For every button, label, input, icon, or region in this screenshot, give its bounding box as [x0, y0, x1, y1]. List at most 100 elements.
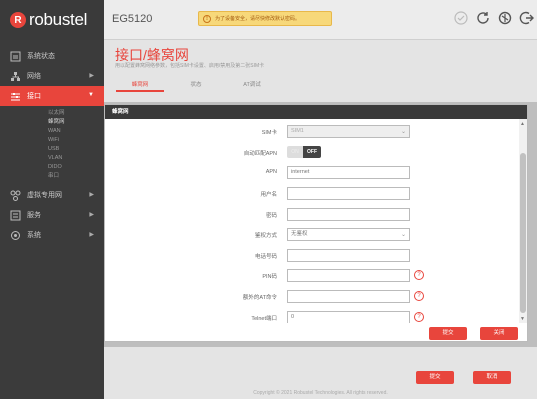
header-actions — [453, 10, 535, 26]
tab-cellular[interactable]: 蜂窝网 — [116, 79, 164, 92]
modal-footer: 提交 关闭 — [105, 323, 529, 343]
telnet-port-input[interactable]: 0 — [287, 311, 410, 323]
field-label: Telnet端口 — [251, 316, 277, 322]
security-alert[interactable]: ! 为了设备安全，请尽快修改默认密码。 — [198, 11, 332, 26]
page-submit-button[interactable]: 提交 — [416, 371, 454, 384]
refresh-icon[interactable] — [475, 10, 491, 26]
help-icon[interactable]: ? — [414, 270, 424, 280]
modal-close-button[interactable]: 关闭 — [480, 327, 518, 340]
field-label: 用户名 — [260, 192, 277, 198]
form-row-phone: 电话号码 — [105, 249, 521, 263]
submenu-item-dido[interactable]: DIDO — [0, 163, 104, 172]
field-label: 电话号码 — [254, 254, 277, 260]
chevron-right-icon: ▶ — [89, 192, 94, 198]
auth-select-value: 无鉴权 — [291, 231, 308, 237]
sidebar-item-network[interactable]: 网络 ▶ — [0, 66, 104, 86]
modal-body: SIM卡 SIM1 ⌄ 自动匹配APN ON OFF APN internet … — [105, 119, 521, 323]
chevron-right-icon: ▶ — [89, 212, 94, 218]
help-icon[interactable]: ? — [414, 291, 424, 301]
tab-status[interactable]: 状态 — [172, 79, 220, 92]
submenu-item-serial[interactable]: 串口 — [0, 172, 104, 181]
page-description: 用以配置蜂窝网络参数，包括SIM卡设置、启用/禁用及第二张SIM卡 — [115, 63, 265, 69]
top-bar: R robustel EG5120 ! 为了设备安全，请尽快修改默认密码。 — [0, 0, 537, 40]
submenu-item-wifi[interactable]: WiFi — [0, 136, 104, 145]
cellular-modal: 蜂窝网 SIM卡 SIM1 ⌄ 自动匹配APN ON OFF APN inter… — [104, 104, 528, 342]
submenu-item-ethernet[interactable]: 以太网 — [0, 109, 104, 118]
sim-select-value: SIM1 — [291, 128, 304, 134]
form-row-apn: APN internet — [105, 166, 521, 180]
form-row-extra-at: 额外的AT命令 ? — [105, 290, 521, 304]
tab-at-debug[interactable]: AT调试 — [228, 79, 276, 92]
sidebar-item-system[interactable]: 系统 ▶ — [0, 225, 104, 245]
interface-icon — [10, 91, 21, 102]
form-row-pin: PIN码 ? — [105, 269, 521, 283]
sidebar-item-services[interactable]: 服务 ▶ — [0, 205, 104, 225]
modal-submit-button[interactable]: 提交 — [429, 327, 467, 340]
system-icon — [10, 230, 21, 241]
toggle-off-label: OFF — [303, 146, 321, 158]
form-row-telnet: Telnet端口 0 ? — [105, 311, 521, 323]
form-row-auto-apn: 自动匹配APN ON OFF — [105, 146, 521, 160]
device-model: EG5120 — [112, 13, 153, 25]
sidebar-item-interface[interactable]: 接口 ▼ — [0, 86, 104, 106]
scrollbar-thumb[interactable] — [520, 153, 526, 313]
auth-type-select[interactable]: 无鉴权 ⌄ — [287, 228, 410, 241]
extra-at-command-input[interactable] — [287, 290, 410, 303]
sidebar: 系统状态 网络 ▶ 接口 ▼ 以太网 蜂窝网 WAN WiFi USB VLAN… — [0, 40, 104, 399]
form-row-username: 用户名 — [105, 187, 521, 201]
copyright: Copyright © 2021 Robustel Technologies. … — [253, 390, 388, 396]
chevron-down-icon: ▼ — [88, 92, 94, 98]
form-row-sim: SIM卡 SIM1 ⌄ — [105, 125, 521, 139]
auto-apn-toggle[interactable]: ON OFF — [287, 146, 321, 158]
form-row-auth: 鉴权方式 无鉴权 ⌄ — [105, 228, 521, 242]
logout-icon[interactable] — [519, 10, 535, 26]
field-label: SIM卡 — [261, 130, 277, 136]
field-label: 额外的AT命令 — [242, 295, 277, 301]
info-icon: ! — [203, 14, 211, 23]
help-icon[interactable]: ? — [414, 312, 424, 322]
submenu-item-vlan[interactable]: VLAN — [0, 154, 104, 163]
sidebar-item-label: 系统 — [27, 232, 41, 239]
modal-title: 蜂窝网 — [105, 105, 527, 119]
network-icon — [10, 71, 21, 82]
logo: R robustel — [0, 0, 104, 40]
interface-submenu: 以太网 蜂窝网 WAN WiFi USB VLAN DIDO 串口 — [0, 106, 104, 185]
sidebar-item-label: 虚拟专用网 — [27, 192, 62, 199]
tab-bar: 蜂窝网 状态 AT调试 — [116, 79, 284, 92]
scroll-up-icon[interactable]: ▲ — [520, 121, 525, 127]
save-apply-icon[interactable] — [453, 10, 469, 26]
submenu-item-usb[interactable]: USB — [0, 145, 104, 154]
toggle-on-label: ON — [287, 146, 303, 158]
status-icon — [10, 51, 21, 62]
page-cancel-button[interactable]: 取消 — [473, 371, 511, 384]
chevron-down-icon: ⌄ — [400, 232, 406, 238]
username-input[interactable] — [287, 187, 410, 200]
phone-number-input[interactable] — [287, 249, 410, 262]
modal-scrollbar[interactable]: ▲ ▼ — [519, 119, 527, 323]
apn-input[interactable]: internet — [287, 166, 410, 179]
settings-icon[interactable] — [497, 10, 513, 26]
sidebar-item-status[interactable]: 系统状态 — [0, 46, 104, 66]
submenu-item-cellular[interactable]: 蜂窝网 — [0, 118, 104, 127]
sidebar-item-label: 系统状态 — [27, 53, 55, 60]
field-label: 密码 — [265, 213, 277, 219]
sim-select[interactable]: SIM1 ⌄ — [287, 125, 410, 138]
field-label: 自动匹配APN — [243, 151, 277, 157]
sidebar-item-label: 网络 — [27, 73, 41, 80]
brand-name: robustel — [29, 10, 88, 29]
field-label: 鉴权方式 — [254, 233, 277, 239]
alert-text: 为了设备安全，请尽快修改默认密码。 — [215, 16, 301, 22]
form-row-password: 密码 — [105, 208, 521, 222]
scroll-down-icon[interactable]: ▼ — [520, 316, 525, 322]
pin-input[interactable] — [287, 269, 410, 282]
submenu-item-wan[interactable]: WAN — [0, 127, 104, 136]
sidebar-item-label: 接口 — [27, 93, 41, 100]
service-icon — [10, 210, 21, 221]
chevron-down-icon: ⌄ — [400, 129, 406, 135]
password-input[interactable] — [287, 208, 410, 221]
sidebar-item-vpn[interactable]: 虚拟专用网 ▶ — [0, 185, 104, 205]
chevron-right-icon: ▶ — [89, 232, 94, 238]
chevron-right-icon: ▶ — [89, 73, 94, 79]
sidebar-item-label: 服务 — [27, 212, 41, 219]
vpn-icon — [10, 190, 21, 201]
